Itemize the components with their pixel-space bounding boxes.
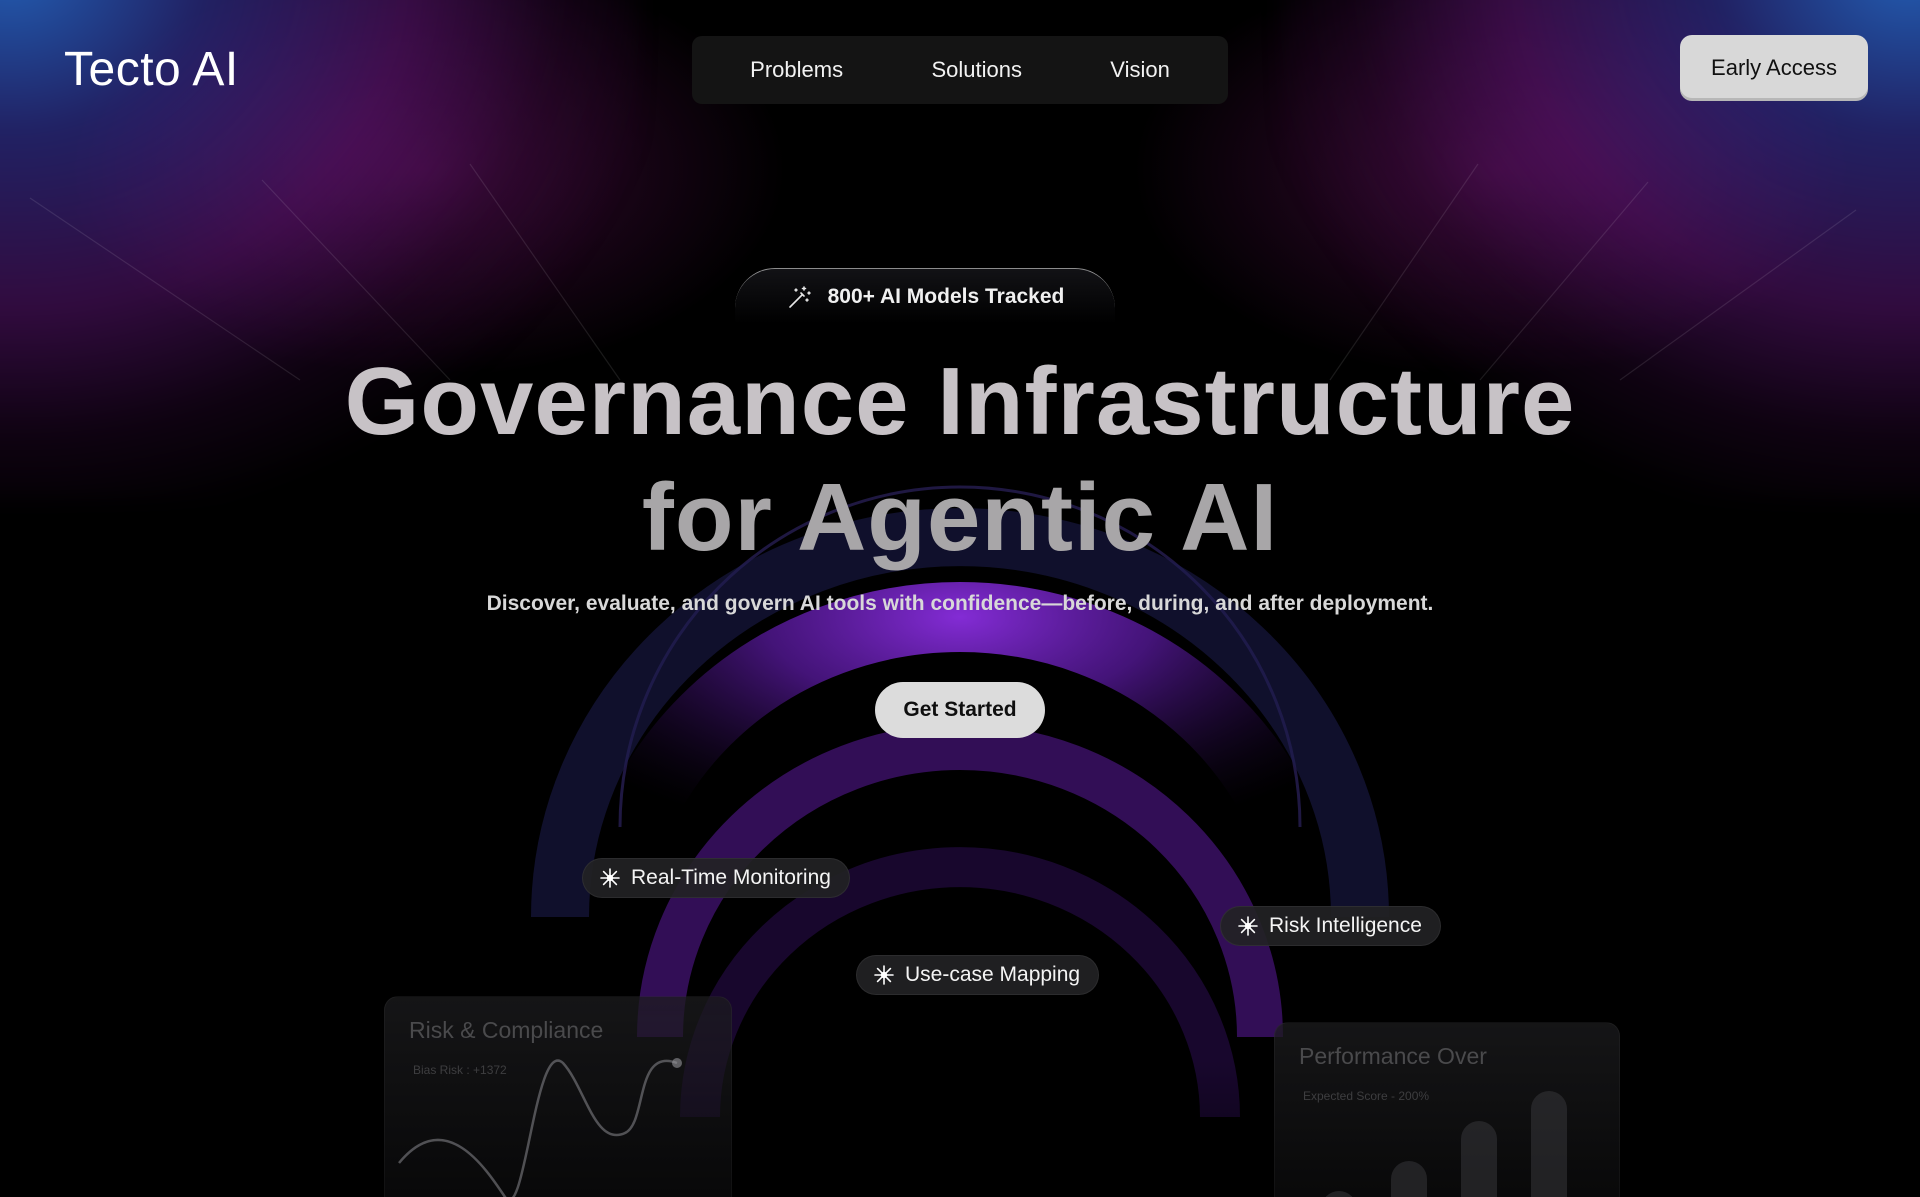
performance-bar xyxy=(1391,1161,1427,1197)
pill-label: Use-case Mapping xyxy=(905,963,1081,986)
magic-wand-icon xyxy=(788,285,811,308)
nav-item-problems[interactable]: Problems xyxy=(734,49,859,91)
sparkle-icon xyxy=(600,868,620,888)
pill-label: Real-Time Monitoring xyxy=(631,866,831,889)
pill-label: Risk Intelligence xyxy=(1269,914,1422,937)
headline-line-1: Governance Infrastructure xyxy=(344,348,1576,455)
headline-line-2: for Agentic AI xyxy=(641,464,1279,571)
feature-pill-risk-intelligence[interactable]: Risk Intelligence xyxy=(1220,906,1441,946)
early-access-button[interactable]: Early Access xyxy=(1680,35,1868,101)
sparkle-icon xyxy=(874,965,894,985)
feature-pill-monitoring[interactable]: Real-Time Monitoring xyxy=(582,858,850,898)
sparkle-icon xyxy=(1238,916,1258,936)
nav-item-solutions[interactable]: Solutions xyxy=(915,49,1038,91)
hero-subheadline: Discover, evaluate, and govern AI tools … xyxy=(486,592,1434,615)
risk-trend-line xyxy=(398,1058,682,1197)
hero-headline: Governance Infrastructure for Agentic AI xyxy=(0,344,1920,576)
performance-bar xyxy=(1531,1091,1567,1197)
performance-bar xyxy=(1461,1121,1497,1197)
models-tracked-badge: 800+ AI Models Tracked xyxy=(735,268,1115,324)
risk-compliance-card: Risk & Compliance Bias Risk : +1372 xyxy=(384,996,732,1197)
performance-card: Performance Over Expected Score - 200% xyxy=(1274,1022,1620,1197)
nav-item-vision[interactable]: Vision xyxy=(1094,49,1186,91)
main-nav: Problems Solutions Vision xyxy=(692,36,1228,104)
card-title: Performance Over xyxy=(1299,1043,1487,1069)
badge-text: 800+ AI Models Tracked xyxy=(827,284,1065,308)
performance-bar xyxy=(1321,1191,1357,1197)
feature-pill-use-case-mapping[interactable]: Use-case Mapping xyxy=(856,955,1100,995)
card-meta: Expected Score - 200% xyxy=(1303,1089,1430,1103)
brand-logo[interactable]: Tecto AI xyxy=(64,42,239,97)
get-started-button[interactable]: Get Started xyxy=(875,682,1045,738)
